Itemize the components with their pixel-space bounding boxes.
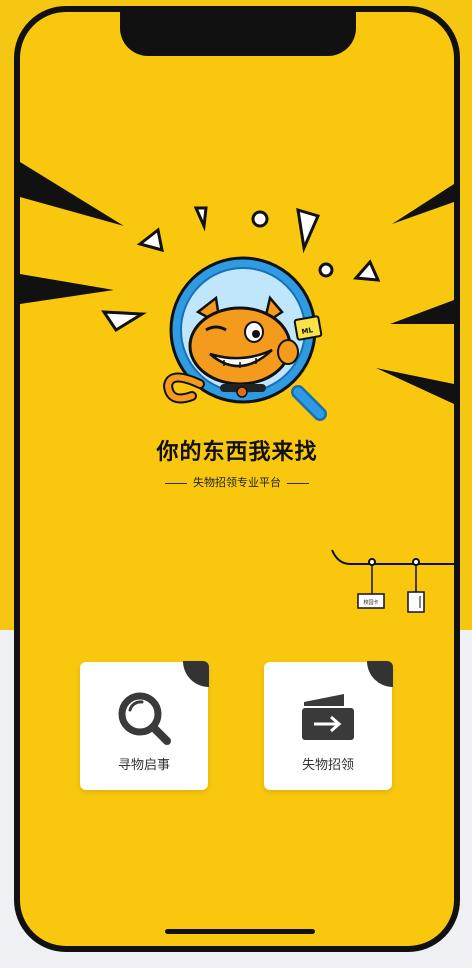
hero-subtitle-text: 失物招领专业平台 [193, 476, 281, 489]
hero-subtitle: 失物招领专业平台 [20, 474, 454, 490]
magnifier-icon [118, 692, 171, 745]
card-corner [183, 661, 209, 687]
card-corner [367, 661, 393, 687]
confetti-triangle [352, 259, 381, 282]
card-arrow-icon [302, 694, 354, 740]
burst-ray [392, 184, 454, 224]
subtitle-left-line [165, 482, 187, 484]
burst-ray [20, 274, 114, 304]
home-indicator [165, 929, 315, 934]
burst-ray [20, 162, 124, 226]
subtitle-right-line [287, 482, 309, 484]
hero-title: 你的东西我来找 [156, 440, 318, 465]
lost-item-card[interactable]: 寻物启事 [80, 661, 209, 790]
campus-card-label: 校园卡 [363, 599, 378, 606]
confetti-circle [251, 210, 269, 228]
confetti-triangle [193, 206, 208, 232]
confetti-triangle [101, 310, 147, 333]
lost-item-card-label: 寻物启事 [117, 758, 170, 773]
confetti-triangle [296, 207, 321, 254]
found-item-card[interactable]: 失物招领 [264, 661, 393, 790]
found-item-card-label: 失物招领 [301, 758, 354, 773]
confetti-circle [318, 262, 334, 278]
phone-frame: ML 校园卡 你的东西我来找 失物招领专业平台 寻物启事 失物招领 [14, 6, 460, 952]
confetti-triangle [136, 227, 164, 253]
burst-ray [376, 368, 454, 404]
hanging-tags: 校园卡 [331, 549, 454, 613]
burst-ray [390, 300, 454, 324]
